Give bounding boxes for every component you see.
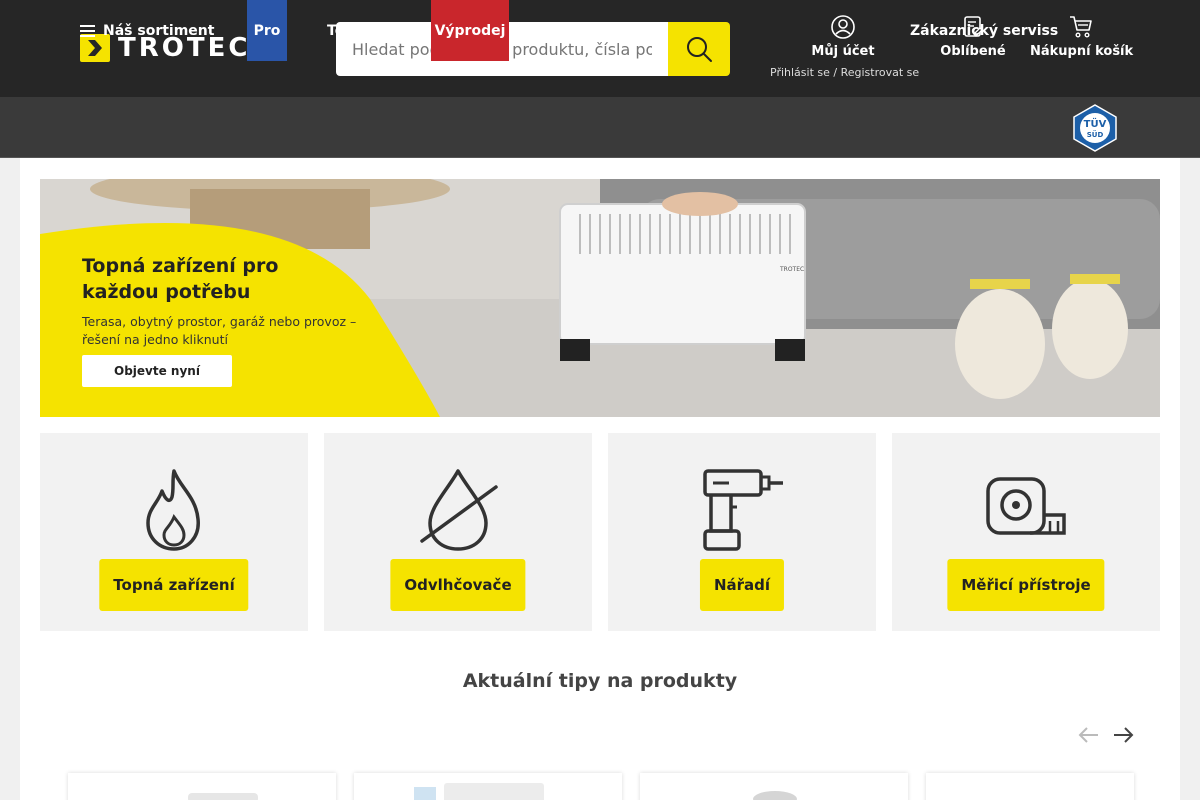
- search-button[interactable]: [668, 22, 730, 76]
- product-card[interactable]: [640, 773, 908, 800]
- arrow-right-icon[interactable]: [1112, 724, 1136, 746]
- main-navigation: [0, 97, 1200, 158]
- category-label: Měřicí přístroje: [947, 559, 1105, 611]
- user-circle-icon: [831, 15, 855, 39]
- drill-icon: [703, 469, 783, 551]
- category-tile-heating[interactable]: Topná zařízení: [40, 433, 308, 631]
- section-title: Aktuální tipy na produkty: [462, 670, 738, 692]
- product-image: [188, 793, 258, 800]
- category-label: Nářadí: [699, 559, 785, 611]
- crossed-drop-icon: [420, 469, 498, 551]
- category-tile-measuring[interactable]: Měřicí přístroje: [892, 433, 1160, 631]
- product-card[interactable]: [354, 773, 622, 800]
- nav-pro[interactable]: Pro: [247, 0, 287, 61]
- flame-icon: [146, 469, 200, 551]
- login-register-link[interactable]: Přihlásit se / Registrovat se: [770, 66, 919, 79]
- category-label: Odvlhčovače: [390, 559, 526, 611]
- hero-product-brand: TROTEC: [779, 266, 804, 273]
- category-tile-tools[interactable]: Nářadí: [608, 433, 876, 631]
- nav-sortiment[interactable]: Náš sortiment: [80, 0, 214, 61]
- account-link[interactable]: Můj účet Přihlásit se / Registrovat se: [770, 14, 919, 79]
- category-tile-dehumidifiers[interactable]: Odvlhčovače: [324, 433, 592, 631]
- tape-measure-icon: [986, 477, 1066, 535]
- account-label: Můj účet: [811, 44, 875, 59]
- product-image: [753, 791, 797, 800]
- nav-sale[interactable]: Výprodej: [431, 0, 509, 61]
- hero-subtitle: Terasa, obytný prostor, garáž nebo provo…: [82, 314, 357, 347]
- nav-topseller[interactable]: Topseller: [327, 0, 398, 61]
- product-image: [414, 783, 544, 800]
- hero-cta-button[interactable]: Objevte nyní: [82, 355, 232, 387]
- svg-text:TÜV: TÜV: [1084, 116, 1107, 130]
- svg-text:SÜD: SÜD: [1087, 130, 1104, 139]
- search-icon: [687, 37, 712, 62]
- arrow-left-icon[interactable]: [1076, 724, 1100, 746]
- cart-icon: [1070, 16, 1092, 38]
- hero-title: Topná zařízení pro každou potřebu: [82, 255, 279, 303]
- product-card[interactable]: [926, 773, 1134, 800]
- product-card[interactable]: [68, 773, 336, 800]
- nav-customer-service[interactable]: Zákaznický serviss: [910, 0, 1058, 61]
- nav-sortiment-label: Náš sortiment: [103, 22, 215, 39]
- menu-icon: [80, 24, 95, 37]
- category-label: Topná zařízení: [99, 559, 249, 611]
- tuv-sud-badge-icon: TÜV SÜD: [1073, 104, 1117, 152]
